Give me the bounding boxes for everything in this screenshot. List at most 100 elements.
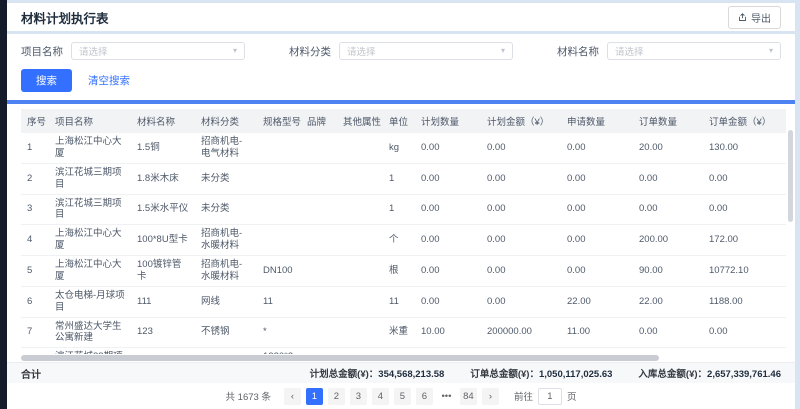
page-button-3[interactable]: 3 <box>350 388 367 405</box>
table-cell: 11.00 <box>561 317 633 348</box>
export-icon <box>738 13 747 22</box>
main-content: 材料计划执行表 导出 项目名称请选择▾材料分类请选择▾材料名称请选择▾ 搜索 清… <box>7 0 800 409</box>
table-cell: 0.00 <box>633 194 703 225</box>
horizontal-scrollbar[interactable] <box>7 354 795 362</box>
table-cell: 招商机电-电气材料 <box>195 133 257 163</box>
table-cell <box>257 163 301 194</box>
page-button-2[interactable]: 2 <box>328 388 345 405</box>
filter-actions: 搜索 清空搜索 <box>21 69 781 92</box>
total-count: 共 1673 条 <box>226 389 271 403</box>
table-cell: DN100 <box>257 256 301 287</box>
table-cell: 0.00 <box>633 317 703 348</box>
table-cell: 100*8U型卡 <box>131 225 195 256</box>
table-cell: 上海松江中心大厦 <box>49 133 131 163</box>
goto-suffix: 页 <box>567 389 577 403</box>
page-ellipsis: ••• <box>438 388 455 405</box>
table-cell <box>301 317 337 348</box>
table-cell: 1.8米木床 <box>131 163 195 194</box>
filter-material-category-select[interactable]: 请选择▾ <box>339 42 513 60</box>
table-cell: 90.00 <box>633 256 703 287</box>
horizontal-scroll-thumb[interactable] <box>21 355 659 361</box>
table-row: 8滨江花城88期项目-分包12石膏板墙面辅材1220*2440*12龙牌根0.0… <box>21 348 786 354</box>
filter-panel: 项目名称请选择▾材料分类请选择▾材料名称请选择▾ 搜索 清空搜索 <box>7 34 795 100</box>
table-cell: 0.00 <box>633 163 703 194</box>
table-cell: 0.00 <box>481 256 561 287</box>
table-cell <box>301 256 337 287</box>
page-button-4[interactable]: 4 <box>372 388 389 405</box>
summary-item: 订单总金额(¥)：1,050,117,025.63 <box>470 366 612 380</box>
table-cell: 根 <box>383 348 415 354</box>
summary-item-label: 订单总金额(¥)： <box>470 369 539 380</box>
table-cell: 未分类 <box>195 194 257 225</box>
chevron-down-icon: ▾ <box>769 47 773 55</box>
column-header: 规格型号 <box>257 109 301 133</box>
table-cell: 0.00 <box>561 225 633 256</box>
table-cell: 米重 <box>383 317 415 348</box>
vertical-scroll-thumb[interactable] <box>788 130 793 222</box>
table-cell: 1 <box>383 163 415 194</box>
select-placeholder: 请选择 <box>347 44 376 58</box>
table-panel: 序号项目名称材料名称材料分类规格型号品牌其他属性单位计划数量计划金额（¥）申请数… <box>7 104 795 354</box>
table-cell: 8 <box>21 348 49 354</box>
filter-label: 材料分类 <box>289 44 331 59</box>
table-head-row: 序号项目名称材料名称材料分类规格型号品牌其他属性单位计划数量计划金额（¥）申请数… <box>21 109 786 133</box>
select-placeholder: 请选择 <box>615 44 644 58</box>
column-header: 序号 <box>21 109 49 133</box>
search-button[interactable]: 搜索 <box>21 69 72 92</box>
table-cell: 0.00 <box>703 163 786 194</box>
summary-item-value: 1,050,117,025.63 <box>539 369 612 380</box>
table-cell: 1 <box>21 133 49 163</box>
table-cell <box>337 163 383 194</box>
goto-prefix: 前往 <box>514 389 533 403</box>
table-cell: 11 <box>257 286 301 317</box>
table-row: 6太仓电梯-月球项目111网线11110.000.0022.0022.00118… <box>21 286 786 317</box>
table-cell: 0.00 <box>703 348 786 354</box>
filter-project-name-select[interactable]: 请选择▾ <box>71 42 245 60</box>
filter-material-name: 材料名称请选择▾ <box>557 42 781 60</box>
table-row: 3滨江花城三期项目1.5米水平仪未分类10.000.000.000.000.00 <box>21 194 786 225</box>
page-button-5[interactable]: 5 <box>394 388 411 405</box>
table-cell: * <box>257 317 301 348</box>
summary-item: 计划总金额(¥)：354,568,213.58 <box>310 366 445 380</box>
table-cell: 200.00 <box>633 225 703 256</box>
table-cell: 0.00 <box>415 163 481 194</box>
table-cell: 10772.10 <box>703 256 786 287</box>
table-cell: 123 <box>131 317 195 348</box>
filter-material-name-select[interactable]: 请选择 ▾ <box>607 42 781 60</box>
collapsed-sidebar[interactable] <box>0 0 7 409</box>
clear-search-button[interactable]: 清空搜索 <box>88 73 130 88</box>
prev-page-button[interactable]: ‹ <box>284 388 301 405</box>
column-header: 品牌 <box>301 109 337 133</box>
table-cell: 根 <box>383 256 415 287</box>
table-cell <box>257 194 301 225</box>
table-cell <box>301 286 337 317</box>
table-cell: 0.00 <box>703 317 786 348</box>
table-cell: 100镀锌管卡 <box>131 256 195 287</box>
goto-page-input[interactable] <box>538 388 562 405</box>
column-header: 订单数量 <box>633 109 703 133</box>
summary-bar: 合计 计划总金额(¥)：354,568,213.58订单总金额(¥)：1,050… <box>7 362 795 383</box>
table-cell <box>257 225 301 256</box>
material-table: 序号项目名称材料名称材料分类规格型号品牌其他属性单位计划数量计划金额（¥）申请数… <box>21 109 786 354</box>
table-body: 1上海松江中心大厦1.5铜招商机电-电气材料kg0.000.000.0020.0… <box>21 133 786 354</box>
vertical-scrollbar[interactable] <box>788 130 793 350</box>
export-button[interactable]: 导出 <box>728 6 781 29</box>
column-header: 项目名称 <box>49 109 131 133</box>
table-cell <box>337 194 383 225</box>
table-cell <box>301 225 337 256</box>
table-cell: 龙牌 <box>301 348 337 354</box>
table-cell: 墙面辅材 <box>195 348 257 354</box>
next-page-button[interactable]: › <box>482 388 499 405</box>
column-header: 材料名称 <box>131 109 195 133</box>
page-button-6[interactable]: 6 <box>416 388 433 405</box>
table-cell: kg <box>383 133 415 163</box>
table-cell: 5 <box>21 256 49 287</box>
table-cell: 常州盛达大学生公寓新建 <box>49 317 131 348</box>
top-bar: 材料计划执行表 导出 <box>7 3 795 31</box>
page-button-1[interactable]: 1 <box>306 388 323 405</box>
table-cell <box>337 348 383 354</box>
table-cell: 0.00 <box>415 286 481 317</box>
pagination: 共 1673 条 ‹ 123456 ••• 84 › 前往 页 <box>7 383 795 409</box>
goto-page: 前往 页 <box>514 388 577 405</box>
page-button-84[interactable]: 84 <box>460 388 477 405</box>
